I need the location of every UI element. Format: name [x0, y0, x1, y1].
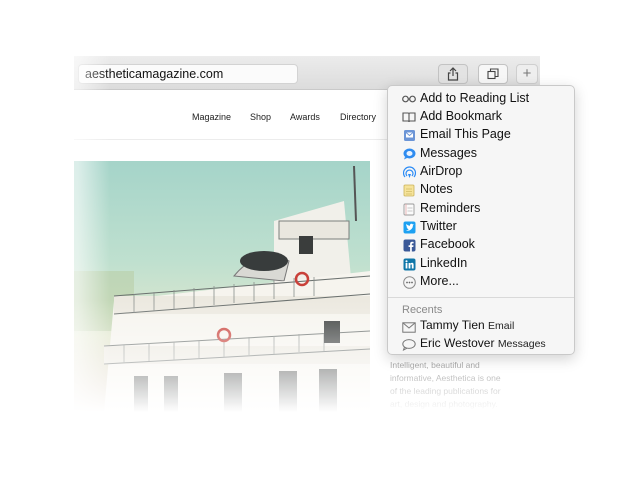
article-line: art, design and photography. [390, 399, 498, 409]
facebook-icon [402, 238, 416, 252]
nav-link-directory[interactable]: Directory [340, 112, 376, 122]
menu-item-facebook[interactable]: Facebook [388, 236, 574, 254]
recents-heading: Recents [402, 304, 443, 316]
menu-divider [388, 297, 574, 298]
recent-contact-name: Eric Westover [420, 336, 495, 350]
recent-contact: Eric Westover Messages [420, 336, 546, 350]
linkedin-icon [402, 257, 416, 271]
menu-item-label: LinkedIn [420, 256, 468, 270]
nav-link-magazine[interactable]: Magazine [192, 112, 231, 122]
twitter-icon [402, 220, 416, 234]
menu-item-label: Facebook [420, 237, 475, 251]
nav-link-shop[interactable]: Shop [250, 112, 271, 122]
menu-item-label: Twitter [420, 219, 457, 233]
article-line: informative, Aesthetica is one [390, 373, 501, 383]
menu-item-messages[interactable]: Messages [388, 145, 574, 163]
menu-item-add-bookmark[interactable]: Add Bookmark [388, 108, 574, 126]
recent-item-tammy-tien[interactable]: Tammy Tien Email [388, 318, 574, 334]
messages-icon [402, 147, 416, 161]
menu-item-reading-list[interactable]: Add to Reading List [388, 90, 574, 108]
article-line: of the leading publications for [390, 386, 501, 396]
hero-image-riverboat [74, 161, 370, 412]
menu-item-more[interactable]: More... [388, 273, 574, 291]
address-text: aestheticamagazine.com [85, 67, 224, 81]
recent-item-eric-westover[interactable]: Eric Westover Messages [388, 336, 574, 352]
article-line: Intelligent, beautiful and [390, 360, 480, 370]
menu-item-notes[interactable]: Notes [388, 181, 574, 199]
menu-item-label: Reminders [420, 201, 481, 215]
menu-item-twitter[interactable]: Twitter [388, 218, 574, 236]
article-description: Intelligent, beautiful and informative, … [390, 359, 510, 411]
riverboat-illustration [74, 165, 370, 412]
nav-link-awards[interactable]: Awards [290, 112, 320, 122]
recent-contact-name: Tammy Tien [420, 318, 485, 332]
recent-contact: Tammy Tien Email [420, 318, 514, 332]
recent-contact-service: Email [488, 320, 515, 332]
plus-icon: + [522, 65, 532, 82]
menu-item-label: Add Bookmark [420, 109, 502, 123]
address-bar[interactable]: aestheticamagazine.com [78, 64, 298, 84]
menu-item-label: Add to Reading List [420, 91, 530, 105]
menu-item-label: Notes [420, 182, 453, 196]
share-button[interactable] [438, 64, 468, 84]
menu-item-label: Messages [420, 146, 477, 160]
share-icon [447, 67, 459, 81]
bookmark-book-icon [402, 110, 416, 124]
notes-icon [402, 183, 416, 197]
reminders-icon [402, 202, 416, 216]
tab-overview-icon [487, 68, 499, 80]
mail-icon [402, 128, 416, 142]
recent-contact-service: Messages [497, 338, 546, 350]
menu-item-email-page[interactable]: Email This Page [388, 126, 574, 144]
reading-list-icon [402, 92, 416, 106]
tab-overview-button[interactable] [478, 64, 508, 84]
share-menu: Add to Reading List Add Bookmark Email T… [387, 85, 575, 355]
menu-item-label: Email This Page [420, 127, 511, 141]
envelope-icon [402, 320, 416, 333]
menu-item-label: AirDrop [420, 164, 463, 178]
menu-item-airdrop[interactable]: AirDrop [388, 163, 574, 181]
menu-item-label: More... [420, 274, 459, 288]
menu-item-linkedin[interactable]: LinkedIn [388, 255, 574, 273]
new-tab-button[interactable]: + [516, 64, 538, 84]
more-icon [402, 275, 416, 289]
speech-bubble-icon [402, 338, 416, 352]
menu-item-reminders[interactable]: Reminders [388, 200, 574, 218]
airdrop-icon [402, 165, 416, 179]
